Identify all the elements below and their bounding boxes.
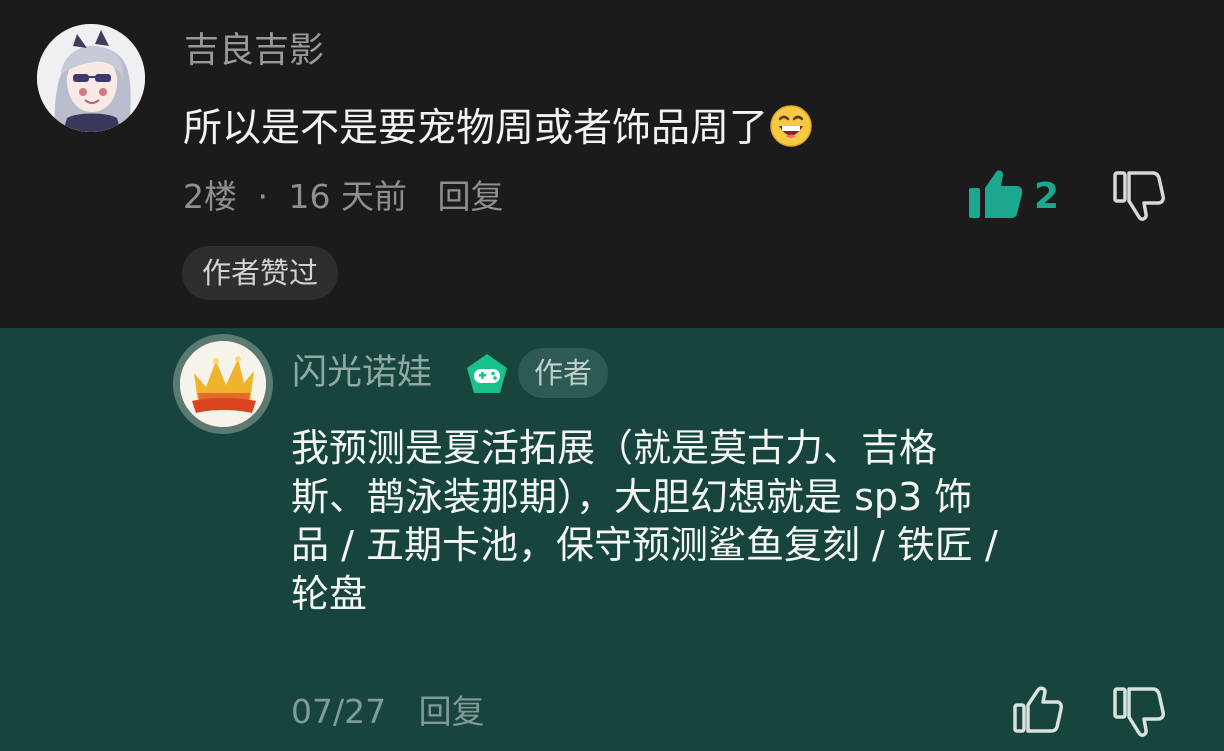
meta-separator: · (257, 177, 269, 216)
comment-time: 16 天前 (288, 177, 407, 216)
reply-text: 我预测是夏活拓展（就是莫古力、吉格 斯、鹊泳装那期），大胆幻想就是 sp3 饰 … (291, 424, 1191, 618)
author-liked-badge: 作者赞过 (182, 246, 339, 300)
comment-username[interactable]: 吉良吉影 (184, 31, 324, 71)
like-button[interactable] (1012, 685, 1064, 739)
reply-meta: 07/27 回复 (291, 692, 485, 732)
grinning-face-emoji-icon (770, 105, 812, 159)
like-button[interactable] (966, 168, 1024, 226)
crown-icon (180, 341, 266, 427)
floor-number: 2楼 (183, 177, 237, 216)
avatar[interactable] (37, 24, 145, 132)
reply-username[interactable]: 闪光诺娃 (292, 352, 432, 394)
dislike-button[interactable] (1112, 170, 1166, 226)
comment-meta: 2楼 · 16 天前 回复 (183, 177, 503, 217)
reply-button[interactable]: 回复 (419, 692, 485, 731)
anime-girl-avatar-icon (37, 24, 145, 132)
comment-body: 所以是不是要宠物周或者饰品周了 (183, 106, 769, 151)
thumbs-down-outline-icon (1113, 171, 1165, 221)
reply-button[interactable]: 回复 (437, 177, 503, 216)
thumbs-up-outline-icon (1013, 686, 1063, 733)
dislike-button[interactable] (1112, 686, 1166, 742)
reply-date: 07/27 (291, 692, 387, 731)
comment-text: 所以是不是要宠物周或者饰品周了 (183, 104, 812, 159)
comment-card: 吉良吉影 所以是不是要宠物周或者饰品周了 2楼 · 16 天前 回复 2 作者赞… (0, 0, 1224, 328)
reply-line: 品 / 五期卡池，保守预测鲨鱼复刻 / 铁匠 / (291, 523, 998, 567)
like-count: 2 (1034, 176, 1060, 217)
thumbs-down-outline-icon (1113, 687, 1165, 737)
reply-line: 轮盘 (291, 571, 368, 616)
thumbs-up-filled-icon (969, 170, 1023, 218)
game-controller-badge-icon (464, 352, 510, 396)
author-tag: 作者 (518, 348, 609, 398)
reply-line: 斯、鹊泳装那期），大胆幻想就是 sp3 饰 (291, 474, 973, 519)
reply-line: 我预测是夏活拓展（就是莫古力、吉格 (291, 426, 938, 470)
author-avatar[interactable] (180, 341, 266, 427)
